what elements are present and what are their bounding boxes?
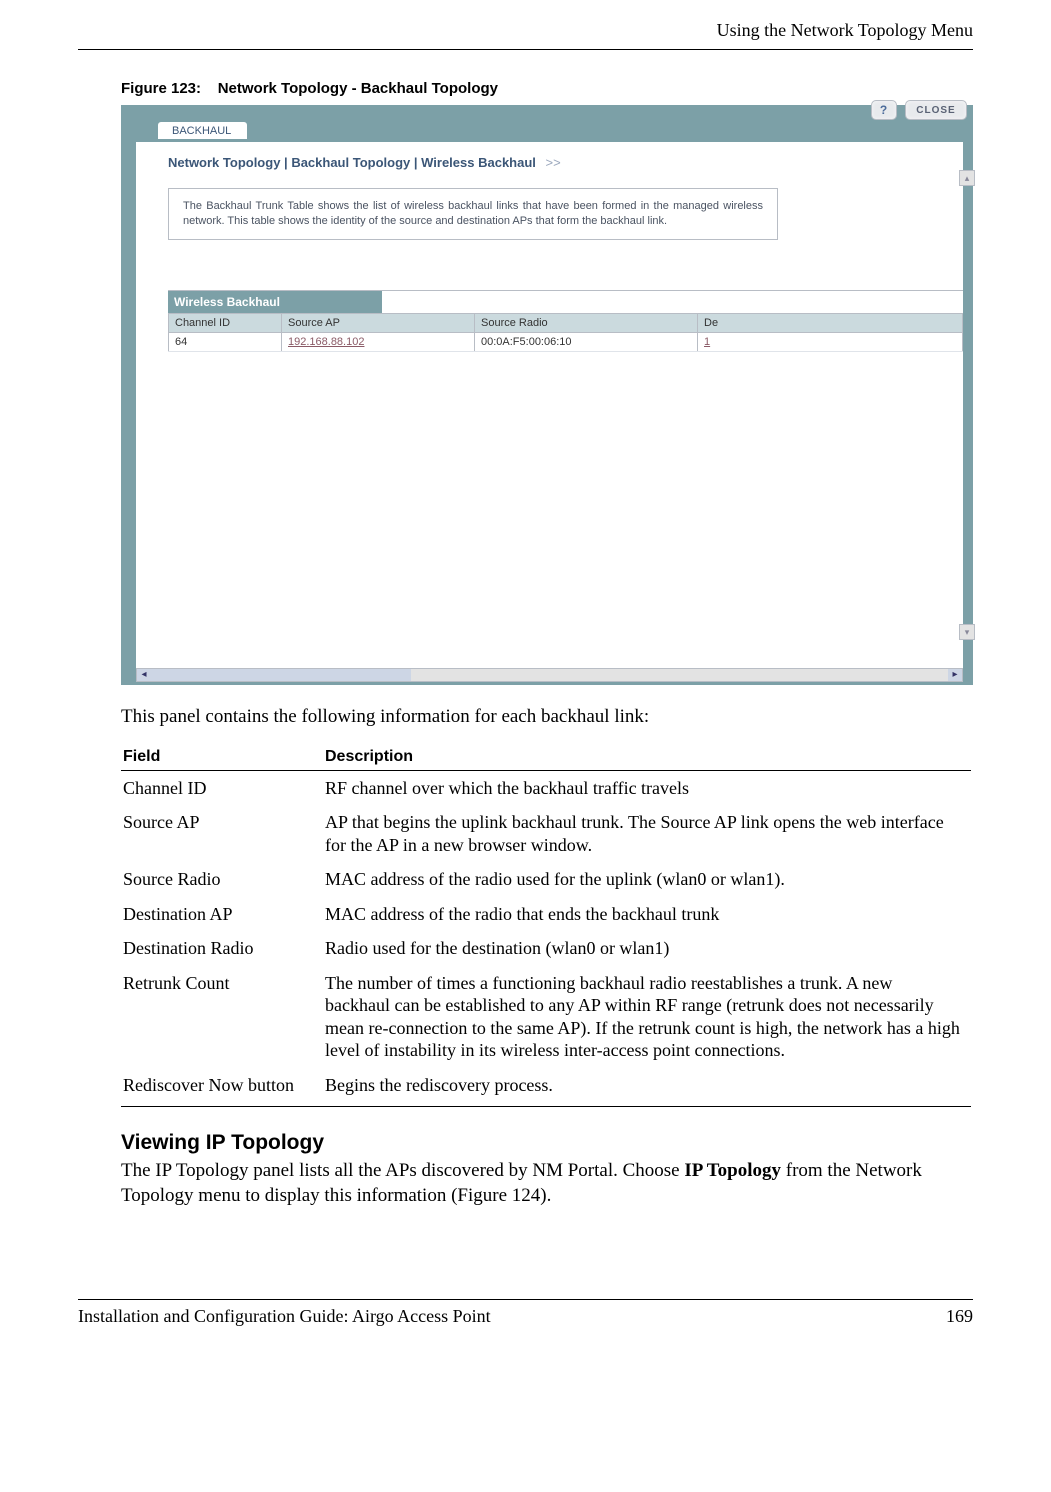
field-description-table: Field Description Channel IDRF channel o… [121, 742, 971, 1108]
screenshot-panel: BACKHAUL Network Topology | Backhaul Top… [136, 120, 963, 670]
field-name: Destination Radio [121, 931, 323, 966]
field-name: Source Radio [121, 862, 323, 897]
scroll-left-icon[interactable]: ◂ [137, 669, 151, 681]
header-section-title: Using the Network Topology Menu [78, 20, 973, 50]
field-name: Destination AP [121, 897, 323, 932]
field-name: Channel ID [121, 770, 323, 805]
table-header-row: Field Description [121, 742, 971, 771]
tab-backhaul[interactable]: BACKHAUL [158, 122, 247, 139]
cell-source-radio: 00:0A:F5:00:06:10 [475, 332, 698, 351]
tab-strip: BACKHAUL [136, 120, 963, 142]
para-text: The IP Topology panel lists all the APs … [121, 1160, 684, 1181]
table-row: Rediscover Now buttonBegins the rediscov… [121, 1068, 971, 1107]
breadcrumb: Network Topology | Backhaul Topology | W… [168, 155, 963, 170]
page-footer: Installation and Configuration Guide: Ai… [78, 1299, 973, 1327]
field-desc: The number of times a functioning backha… [323, 966, 971, 1068]
section-heading-ip-topology: Viewing IP Topology [121, 1131, 973, 1155]
table-row: Destination APMAC address of the radio t… [121, 897, 971, 932]
field-desc: MAC address of the radio that ends the b… [323, 897, 971, 932]
breadcrumb-item[interactable]: Wireless Backhaul [421, 155, 536, 170]
figure-caption: Figure 123: Network Topology - Backhaul … [121, 80, 973, 97]
col-source-ap[interactable]: Source AP [282, 313, 475, 332]
horizontal-scrollbar[interactable]: ◂ ▸ [136, 668, 963, 682]
figure-title: Network Topology - Backhaul Topology [218, 80, 498, 97]
scroll-right-icon[interactable]: ▸ [948, 669, 962, 681]
field-name: Rediscover Now button [121, 1068, 323, 1107]
header-field: Field [121, 742, 323, 771]
vertical-scrollbar[interactable]: ▴ ▾ [959, 170, 973, 640]
ip-topology-paragraph: The IP Topology panel lists all the APs … [121, 1159, 973, 1208]
backhaul-table: Channel ID Source AP Source Radio De 64 … [168, 313, 963, 352]
table-row: 64 192.168.88.102 00:0A:F5:00:06:10 1 [169, 332, 963, 351]
cell-channel-id: 64 [169, 332, 282, 351]
field-desc: MAC address of the radio used for the up… [323, 862, 971, 897]
field-desc: AP that begins the uplink backhaul trunk… [323, 805, 971, 862]
breadcrumb-item[interactable]: Network Topology [168, 155, 280, 170]
table-row: Channel IDRF channel over which the back… [121, 770, 971, 805]
field-desc: Radio used for the destination (wlan0 or… [323, 931, 971, 966]
table-header-row: Channel ID Source AP Source Radio De [169, 313, 963, 332]
intro-description: The Backhaul Trunk Table shows the list … [168, 188, 778, 240]
footer-title: Installation and Configuration Guide: Ai… [78, 1306, 491, 1327]
wireless-backhaul-section: Wireless Backhaul Channel ID Source AP S… [168, 290, 963, 352]
para-bold: IP Topology [684, 1160, 781, 1181]
cell-source-ap-link[interactable]: 192.168.88.102 [282, 332, 475, 351]
table-row: Destination RadioRadio used for the dest… [121, 931, 971, 966]
scroll-down-icon[interactable]: ▾ [959, 624, 975, 640]
figure-number: Figure 123: [121, 80, 201, 97]
col-destination-partial[interactable]: De [698, 313, 963, 332]
table-row: Retrunk CountThe number of times a funct… [121, 966, 971, 1068]
footer-page-number: 169 [946, 1306, 973, 1327]
wireless-backhaul-header: Wireless Backhaul [168, 291, 382, 313]
cell-destination-partial-link[interactable]: 1 [698, 332, 963, 351]
help-button[interactable]: ? [871, 100, 897, 120]
field-desc: RF channel over which the backhaul traff… [323, 770, 971, 805]
col-source-radio[interactable]: Source Radio [475, 313, 698, 332]
breadcrumb-item[interactable]: Backhaul Topology [291, 155, 410, 170]
screenshot-container: ? CLOSE BACKHAUL Network Topology | Back… [121, 105, 973, 685]
scrollbar-thumb[interactable] [151, 669, 411, 681]
field-name: Source AP [121, 805, 323, 862]
close-button[interactable]: CLOSE [905, 100, 967, 120]
col-channel-id[interactable]: Channel ID [169, 313, 282, 332]
panel-intro-text: This panel contains the following inform… [121, 705, 973, 730]
table-row: Source RadioMAC address of the radio use… [121, 862, 971, 897]
field-name: Retrunk Count [121, 966, 323, 1068]
table-row: Source APAP that begins the uplink backh… [121, 805, 971, 862]
header-description: Description [323, 742, 971, 771]
breadcrumb-arrows-icon: >> [546, 155, 561, 170]
scroll-up-icon[interactable]: ▴ [959, 170, 975, 186]
field-desc: Begins the rediscovery process. [323, 1068, 971, 1107]
